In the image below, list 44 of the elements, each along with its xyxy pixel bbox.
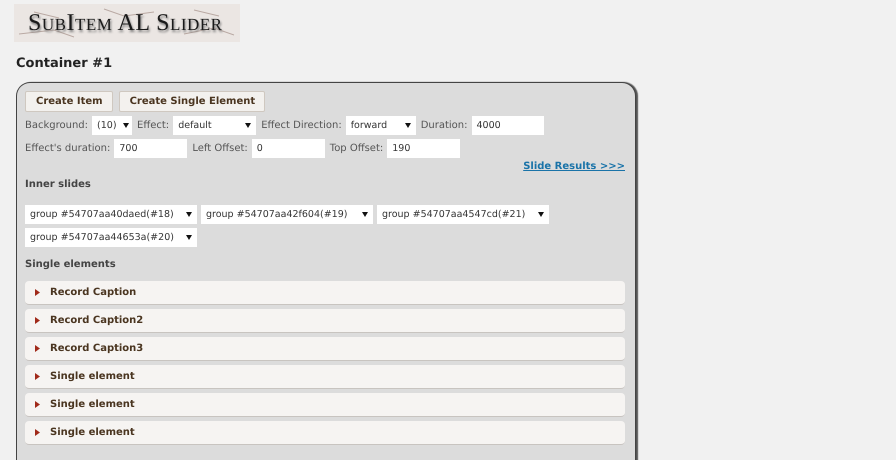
caret-right-icon	[35, 345, 40, 352]
caret-right-icon	[35, 429, 40, 436]
dropdown-arrow-icon	[362, 212, 368, 217]
caret-right-icon	[35, 317, 40, 324]
accordion-item[interactable]: Record Caption3	[25, 337, 625, 361]
dropdown-arrow-icon	[245, 123, 252, 128]
field-label: Effect:	[137, 120, 170, 131]
field-label: Left Offset:	[192, 143, 248, 154]
field-label: Duration:	[420, 120, 468, 131]
create-button[interactable]: Create Single Element	[118, 91, 266, 112]
accordion-item[interactable]: Single element	[25, 421, 625, 445]
field-label: Top Offset:	[330, 143, 384, 154]
accordion-item[interactable]: Record Caption	[25, 281, 625, 305]
group-select[interactable]: group #54707aa4547cd(#21)	[377, 205, 549, 224]
field-label: Effect's duration:	[25, 143, 110, 154]
group-select[interactable]: group #54707aa42f604(#19)	[201, 205, 373, 224]
accordion-item[interactable]: Single element	[25, 365, 625, 389]
logo-title: SubItem AL Slider	[28, 10, 223, 36]
group-select[interactable]: group #54707aa44653a(#20)	[25, 228, 197, 247]
select-field[interactable]: (10)	[92, 116, 132, 135]
input-field[interactable]: 4000	[472, 116, 544, 135]
caret-right-icon	[35, 289, 40, 296]
input-field[interactable]: 0	[252, 139, 325, 158]
create-button[interactable]: Create Item	[25, 91, 113, 112]
input-field[interactable]: 700	[114, 139, 188, 158]
dropdown-arrow-icon	[538, 212, 544, 217]
container-title: Container #1	[16, 56, 112, 71]
dropdown-arrow-icon	[122, 123, 129, 128]
caret-right-icon	[35, 373, 40, 380]
select-field[interactable]: forward	[346, 116, 416, 135]
input-field[interactable]: 190	[387, 139, 460, 158]
dropdown-arrow-icon	[404, 123, 411, 128]
field-label: Background:	[25, 120, 88, 131]
group-select[interactable]: group #54707aa40daed(#18)	[25, 205, 197, 224]
accordion-item[interactable]: Single element	[25, 393, 625, 417]
dropdown-arrow-icon	[186, 235, 192, 240]
slide-results-link[interactable]: Slide Results >>>	[523, 161, 625, 172]
section-label: Inner slides	[25, 179, 91, 190]
field-label: Effect Direction:	[261, 120, 342, 131]
dropdown-arrow-icon	[186, 212, 192, 217]
section-label: Single elements	[25, 259, 116, 270]
select-field[interactable]: default	[173, 116, 256, 135]
accordion-item[interactable]: Record Caption2	[25, 309, 625, 333]
caret-right-icon	[35, 401, 40, 408]
